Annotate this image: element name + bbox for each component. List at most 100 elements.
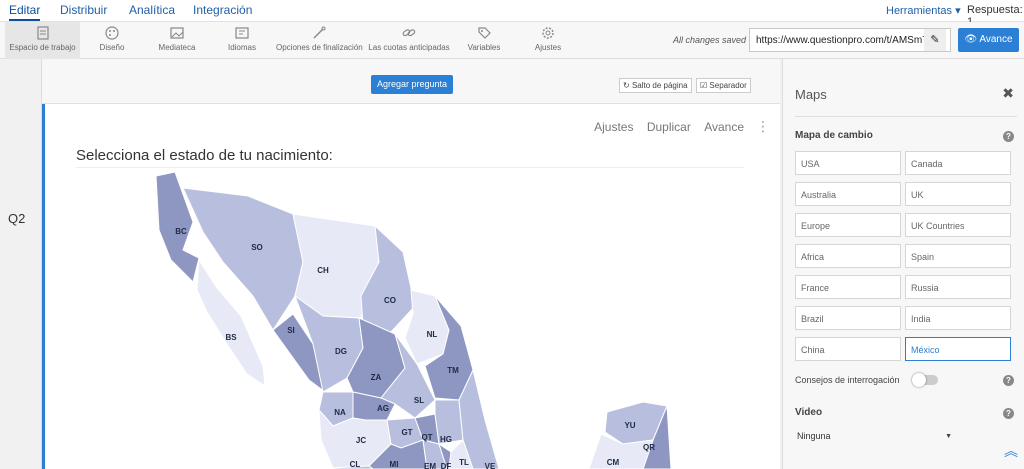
link-icon bbox=[402, 29, 416, 37]
toolbar-label: Opciones de finalización bbox=[276, 43, 363, 52]
state-label-jc: JC bbox=[356, 436, 366, 445]
toolbar-label: Mediateca bbox=[158, 43, 196, 52]
eye-icon: 👁 bbox=[964, 34, 978, 45]
panel-title: Maps bbox=[795, 87, 827, 102]
state-label-na: NA bbox=[334, 408, 346, 417]
toolbar: Espacio de trabajo Diseño Mediateca Idio… bbox=[0, 22, 1024, 59]
toolbar-label: Las cuotas anticipadas bbox=[368, 43, 450, 52]
state-label-cl: CL bbox=[350, 460, 361, 469]
add-question-bar: Agregar pregunta ↻ Salto de página ☑ Sep… bbox=[42, 59, 780, 104]
map-option-canada[interactable]: Canada bbox=[905, 151, 1011, 175]
map-option-africa[interactable]: Africa bbox=[795, 244, 901, 268]
help-icon[interactable]: ? bbox=[1003, 131, 1014, 142]
tab-editar[interactable]: Editar bbox=[9, 3, 41, 21]
pencil-icon[interactable]: ✎ bbox=[924, 29, 946, 51]
toolbar-completion-options[interactable]: Opciones de finalización bbox=[276, 22, 363, 59]
survey-url-field[interactable]: https://www.questionpro.com/t/AMSm7 ✎ bbox=[749, 28, 951, 52]
tab-analitica[interactable]: Analítica bbox=[129, 3, 175, 17]
video-select[interactable]: Ninguna ▼ bbox=[797, 431, 952, 445]
state-label-dg: DG bbox=[335, 347, 347, 356]
state-label-si: SI bbox=[287, 326, 295, 335]
preview-label: Avance bbox=[979, 34, 1013, 45]
add-question-button[interactable]: Agregar pregunta bbox=[371, 75, 453, 94]
map-option-europe[interactable]: Europe bbox=[795, 213, 901, 237]
panel-divider bbox=[795, 116, 1017, 117]
close-icon[interactable]: ✖ bbox=[1002, 85, 1014, 102]
state-label-bc: BC bbox=[175, 227, 187, 236]
saved-status: All changes saved bbox=[673, 35, 747, 45]
state-label-yu: YU bbox=[624, 421, 635, 430]
page-break-icon: ↻ bbox=[623, 81, 630, 90]
interrogation-tips-toggle[interactable] bbox=[912, 373, 938, 387]
map-option-russia[interactable]: Russia bbox=[905, 275, 1011, 299]
map-option-spain[interactable]: Spain bbox=[905, 244, 1011, 268]
gear-icon bbox=[542, 27, 554, 39]
settings-panel: Maps ✖ Mapa de cambio ? USA Canada Austr… bbox=[782, 59, 1024, 469]
map-option-india[interactable]: India bbox=[905, 306, 1011, 330]
map-option-brazil[interactable]: Brazil bbox=[795, 306, 901, 330]
state-so[interactable] bbox=[182, 187, 304, 331]
scroll-up-icon[interactable]: ︽ bbox=[1004, 441, 1018, 461]
image-icon bbox=[170, 27, 184, 39]
state-label-za: ZA bbox=[371, 373, 382, 382]
question-number: Q2 bbox=[8, 211, 26, 226]
state-label-hg: HG bbox=[440, 435, 452, 444]
tab-distribuir[interactable]: Distribuir bbox=[60, 3, 107, 17]
separator-button[interactable]: ☑ Separador bbox=[696, 78, 751, 93]
page-break-label: Salto de página bbox=[631, 81, 688, 90]
toolbar-media[interactable]: Mediateca bbox=[148, 22, 206, 59]
languages-icon bbox=[235, 27, 249, 39]
toolbar-label: Espacio de trabajo bbox=[9, 43, 76, 52]
question-card: Ajustes Duplicar Avance ⋮ Selecciona el … bbox=[42, 104, 780, 469]
state-label-so: SO bbox=[251, 243, 263, 252]
toolbar-label: Idiomas bbox=[227, 43, 256, 52]
state-label-bs: BS bbox=[225, 333, 237, 342]
map-option-uk[interactable]: UK bbox=[905, 182, 1011, 206]
toolbar-variables[interactable]: Variables bbox=[458, 22, 510, 59]
state-label-tm: TM bbox=[447, 366, 459, 375]
toolbar-label: Variables bbox=[467, 43, 501, 52]
video-select-value: Ninguna bbox=[797, 431, 831, 441]
state-label-ve: VE bbox=[485, 462, 496, 469]
video-label: Video bbox=[795, 407, 823, 418]
tools-menu[interactable]: Herramientas ▾ bbox=[886, 4, 961, 17]
map-change-label: Mapa de cambio bbox=[795, 130, 873, 141]
state-label-sl: SL bbox=[414, 396, 424, 405]
help-icon[interactable]: ? bbox=[1003, 375, 1014, 386]
tag-icon bbox=[478, 27, 491, 39]
survey-url: https://www.questionpro.com/t/AMSm7 bbox=[756, 35, 928, 46]
state-label-qt: QT bbox=[421, 433, 432, 442]
map-option-uk-countries[interactable]: UK Countries bbox=[905, 213, 1011, 237]
top-nav: Editar Distribuir Analítica Integración … bbox=[0, 0, 1024, 28]
caret-down-icon: ▼ bbox=[945, 433, 952, 440]
toolbar-label: Diseño bbox=[99, 43, 125, 52]
map-option-china[interactable]: China bbox=[795, 337, 901, 361]
mexico-map: BC SO CH CO BS SI NL DG TM ZA NA AG SL JC GT QT HG CL MI EM… bbox=[155, 171, 672, 469]
state-nl[interactable] bbox=[404, 289, 450, 365]
toolbar-workspace[interactable]: Espacio de trabajo bbox=[5, 22, 80, 59]
separator-label: Separador bbox=[709, 81, 747, 90]
tab-integracion[interactable]: Integración bbox=[193, 3, 252, 17]
map-option-usa[interactable]: USA bbox=[795, 151, 901, 175]
toolbar-design[interactable]: Diseño bbox=[84, 22, 140, 59]
map-option-france[interactable]: France bbox=[795, 275, 901, 299]
toolbar-languages[interactable]: Idiomas bbox=[214, 22, 270, 59]
map-option-australia[interactable]: Australia bbox=[795, 182, 901, 206]
wand-icon bbox=[313, 26, 326, 39]
state-label-co: CO bbox=[384, 296, 396, 305]
survey-canvas: Agregar pregunta ↻ Salto de página ☑ Sep… bbox=[42, 59, 782, 469]
question-rail: Q2 bbox=[0, 59, 42, 469]
map-option-mexico[interactable]: México bbox=[905, 337, 1011, 361]
toolbar-label: Ajustes bbox=[534, 43, 562, 52]
interrogation-tips-label: Consejos de interrogación bbox=[795, 375, 900, 385]
preview-button[interactable]: 👁 Avance bbox=[958, 28, 1019, 52]
toolbar-quotas[interactable]: Las cuotas anticipadas bbox=[366, 22, 452, 59]
state-label-mi: MI bbox=[390, 460, 399, 469]
state-label-gt: GT bbox=[401, 428, 412, 437]
state-label-ch: CH bbox=[317, 266, 329, 275]
state-label-em: EM bbox=[424, 462, 436, 469]
toolbar-settings[interactable]: Ajustes bbox=[522, 22, 574, 59]
state-label-df: DF bbox=[441, 462, 452, 469]
page-break-button[interactable]: ↻ Salto de página bbox=[619, 78, 692, 93]
help-icon[interactable]: ? bbox=[1003, 408, 1014, 419]
